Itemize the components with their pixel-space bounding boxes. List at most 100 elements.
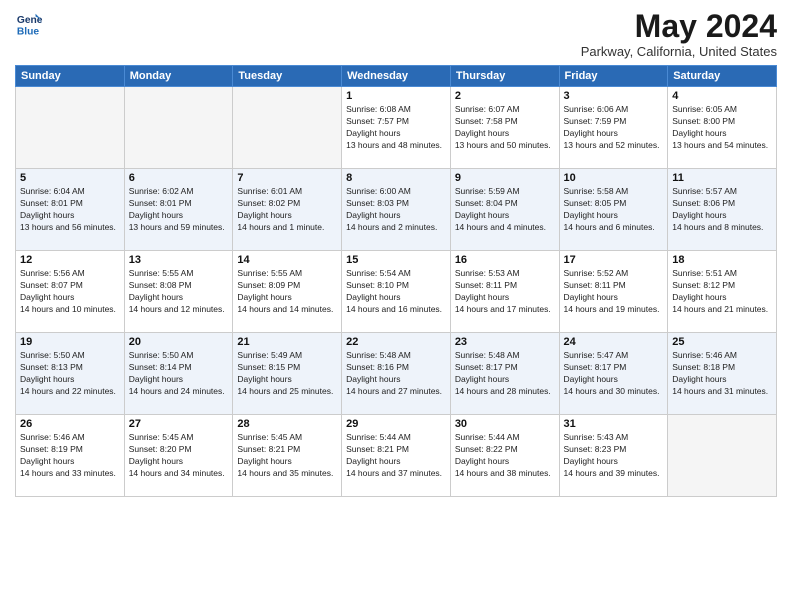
day-number: 31	[564, 418, 664, 430]
table-row: 2 Sunrise: 6:07 AM Sunset: 7:58 PM Dayli…	[450, 87, 559, 169]
calendar-row: 1 Sunrise: 6:08 AM Sunset: 7:57 PM Dayli…	[16, 87, 777, 169]
calendar-row: 19 Sunrise: 5:50 AM Sunset: 8:13 PM Dayl…	[16, 333, 777, 415]
location: Parkway, California, United States	[581, 44, 777, 59]
table-row: 1 Sunrise: 6:08 AM Sunset: 7:57 PM Dayli…	[342, 87, 451, 169]
header-wednesday: Wednesday	[342, 66, 451, 87]
day-number: 22	[346, 336, 446, 348]
table-row: 20 Sunrise: 5:50 AM Sunset: 8:14 PM Dayl…	[124, 333, 233, 415]
day-number: 4	[672, 90, 772, 102]
day-info: Sunrise: 5:53 AM Sunset: 8:11 PM Dayligh…	[455, 268, 555, 316]
day-info: Sunrise: 5:48 AM Sunset: 8:17 PM Dayligh…	[455, 350, 555, 398]
day-info: Sunrise: 5:50 AM Sunset: 8:14 PM Dayligh…	[129, 350, 229, 398]
day-number: 14	[237, 254, 337, 266]
table-row: 5 Sunrise: 6:04 AM Sunset: 8:01 PM Dayli…	[16, 169, 125, 251]
day-number: 19	[20, 336, 120, 348]
day-number: 15	[346, 254, 446, 266]
table-row: 17 Sunrise: 5:52 AM Sunset: 8:11 PM Dayl…	[559, 251, 668, 333]
day-number: 26	[20, 418, 120, 430]
table-row: 8 Sunrise: 6:00 AM Sunset: 8:03 PM Dayli…	[342, 169, 451, 251]
calendar-row: 12 Sunrise: 5:56 AM Sunset: 8:07 PM Dayl…	[16, 251, 777, 333]
table-row: 29 Sunrise: 5:44 AM Sunset: 8:21 PM Dayl…	[342, 415, 451, 497]
day-info: Sunrise: 5:54 AM Sunset: 8:10 PM Dayligh…	[346, 268, 446, 316]
day-number: 5	[20, 172, 120, 184]
table-row: 12 Sunrise: 5:56 AM Sunset: 8:07 PM Dayl…	[16, 251, 125, 333]
table-row: 18 Sunrise: 5:51 AM Sunset: 8:12 PM Dayl…	[668, 251, 777, 333]
day-info: Sunrise: 6:01 AM Sunset: 8:02 PM Dayligh…	[237, 186, 337, 234]
day-number: 27	[129, 418, 229, 430]
day-number: 8	[346, 172, 446, 184]
day-info: Sunrise: 5:46 AM Sunset: 8:18 PM Dayligh…	[672, 350, 772, 398]
svg-text:Blue: Blue	[17, 26, 40, 37]
day-number: 11	[672, 172, 772, 184]
day-number: 20	[129, 336, 229, 348]
day-info: Sunrise: 5:56 AM Sunset: 8:07 PM Dayligh…	[20, 268, 120, 316]
day-number: 2	[455, 90, 555, 102]
day-info: Sunrise: 6:00 AM Sunset: 8:03 PM Dayligh…	[346, 186, 446, 234]
day-info: Sunrise: 5:49 AM Sunset: 8:15 PM Dayligh…	[237, 350, 337, 398]
day-number: 9	[455, 172, 555, 184]
day-info: Sunrise: 5:58 AM Sunset: 8:05 PM Dayligh…	[564, 186, 664, 234]
table-row	[668, 415, 777, 497]
day-info: Sunrise: 5:59 AM Sunset: 8:04 PM Dayligh…	[455, 186, 555, 234]
svg-text:General: General	[17, 15, 43, 26]
day-number: 18	[672, 254, 772, 266]
title-block: May 2024 Parkway, California, United Sta…	[581, 10, 777, 59]
page: General Blue May 2024 Parkway, Californi…	[0, 0, 792, 612]
day-info: Sunrise: 5:48 AM Sunset: 8:16 PM Dayligh…	[346, 350, 446, 398]
logo: General Blue	[15, 10, 43, 38]
table-row: 21 Sunrise: 5:49 AM Sunset: 8:15 PM Dayl…	[233, 333, 342, 415]
logo-icon: General Blue	[15, 10, 43, 38]
day-info: Sunrise: 6:08 AM Sunset: 7:57 PM Dayligh…	[346, 104, 446, 152]
table-row: 6 Sunrise: 6:02 AM Sunset: 8:01 PM Dayli…	[124, 169, 233, 251]
day-number: 3	[564, 90, 664, 102]
day-info: Sunrise: 5:44 AM Sunset: 8:22 PM Dayligh…	[455, 432, 555, 480]
day-number: 1	[346, 90, 446, 102]
day-number: 17	[564, 254, 664, 266]
table-row: 31 Sunrise: 5:43 AM Sunset: 8:23 PM Dayl…	[559, 415, 668, 497]
day-number: 21	[237, 336, 337, 348]
day-number: 13	[129, 254, 229, 266]
day-info: Sunrise: 6:07 AM Sunset: 7:58 PM Dayligh…	[455, 104, 555, 152]
table-row: 14 Sunrise: 5:55 AM Sunset: 8:09 PM Dayl…	[233, 251, 342, 333]
header-monday: Monday	[124, 66, 233, 87]
calendar-table: Sunday Monday Tuesday Wednesday Thursday…	[15, 65, 777, 497]
table-row: 13 Sunrise: 5:55 AM Sunset: 8:08 PM Dayl…	[124, 251, 233, 333]
header-friday: Friday	[559, 66, 668, 87]
table-row: 4 Sunrise: 6:05 AM Sunset: 8:00 PM Dayli…	[668, 87, 777, 169]
day-info: Sunrise: 5:57 AM Sunset: 8:06 PM Dayligh…	[672, 186, 772, 234]
table-row: 26 Sunrise: 5:46 AM Sunset: 8:19 PM Dayl…	[16, 415, 125, 497]
calendar-row: 26 Sunrise: 5:46 AM Sunset: 8:19 PM Dayl…	[16, 415, 777, 497]
header-tuesday: Tuesday	[233, 66, 342, 87]
table-row: 24 Sunrise: 5:47 AM Sunset: 8:17 PM Dayl…	[559, 333, 668, 415]
table-row: 11 Sunrise: 5:57 AM Sunset: 8:06 PM Dayl…	[668, 169, 777, 251]
table-row: 25 Sunrise: 5:46 AM Sunset: 8:18 PM Dayl…	[668, 333, 777, 415]
table-row: 16 Sunrise: 5:53 AM Sunset: 8:11 PM Dayl…	[450, 251, 559, 333]
day-number: 30	[455, 418, 555, 430]
table-row: 19 Sunrise: 5:50 AM Sunset: 8:13 PM Dayl…	[16, 333, 125, 415]
calendar-row: 5 Sunrise: 6:04 AM Sunset: 8:01 PM Dayli…	[16, 169, 777, 251]
month-title: May 2024	[581, 10, 777, 42]
day-info: Sunrise: 5:45 AM Sunset: 8:21 PM Dayligh…	[237, 432, 337, 480]
day-info: Sunrise: 5:46 AM Sunset: 8:19 PM Dayligh…	[20, 432, 120, 480]
table-row: 15 Sunrise: 5:54 AM Sunset: 8:10 PM Dayl…	[342, 251, 451, 333]
day-number: 7	[237, 172, 337, 184]
table-row: 7 Sunrise: 6:01 AM Sunset: 8:02 PM Dayli…	[233, 169, 342, 251]
day-number: 29	[346, 418, 446, 430]
table-row	[124, 87, 233, 169]
day-number: 24	[564, 336, 664, 348]
day-number: 23	[455, 336, 555, 348]
day-info: Sunrise: 5:51 AM Sunset: 8:12 PM Dayligh…	[672, 268, 772, 316]
day-info: Sunrise: 6:02 AM Sunset: 8:01 PM Dayligh…	[129, 186, 229, 234]
table-row: 23 Sunrise: 5:48 AM Sunset: 8:17 PM Dayl…	[450, 333, 559, 415]
table-row	[16, 87, 125, 169]
day-number: 16	[455, 254, 555, 266]
day-info: Sunrise: 5:52 AM Sunset: 8:11 PM Dayligh…	[564, 268, 664, 316]
day-info: Sunrise: 5:44 AM Sunset: 8:21 PM Dayligh…	[346, 432, 446, 480]
day-info: Sunrise: 5:45 AM Sunset: 8:20 PM Dayligh…	[129, 432, 229, 480]
day-info: Sunrise: 6:06 AM Sunset: 7:59 PM Dayligh…	[564, 104, 664, 152]
table-row: 10 Sunrise: 5:58 AM Sunset: 8:05 PM Dayl…	[559, 169, 668, 251]
day-info: Sunrise: 5:50 AM Sunset: 8:13 PM Dayligh…	[20, 350, 120, 398]
day-info: Sunrise: 5:55 AM Sunset: 8:08 PM Dayligh…	[129, 268, 229, 316]
table-row: 28 Sunrise: 5:45 AM Sunset: 8:21 PM Dayl…	[233, 415, 342, 497]
header-sunday: Sunday	[16, 66, 125, 87]
